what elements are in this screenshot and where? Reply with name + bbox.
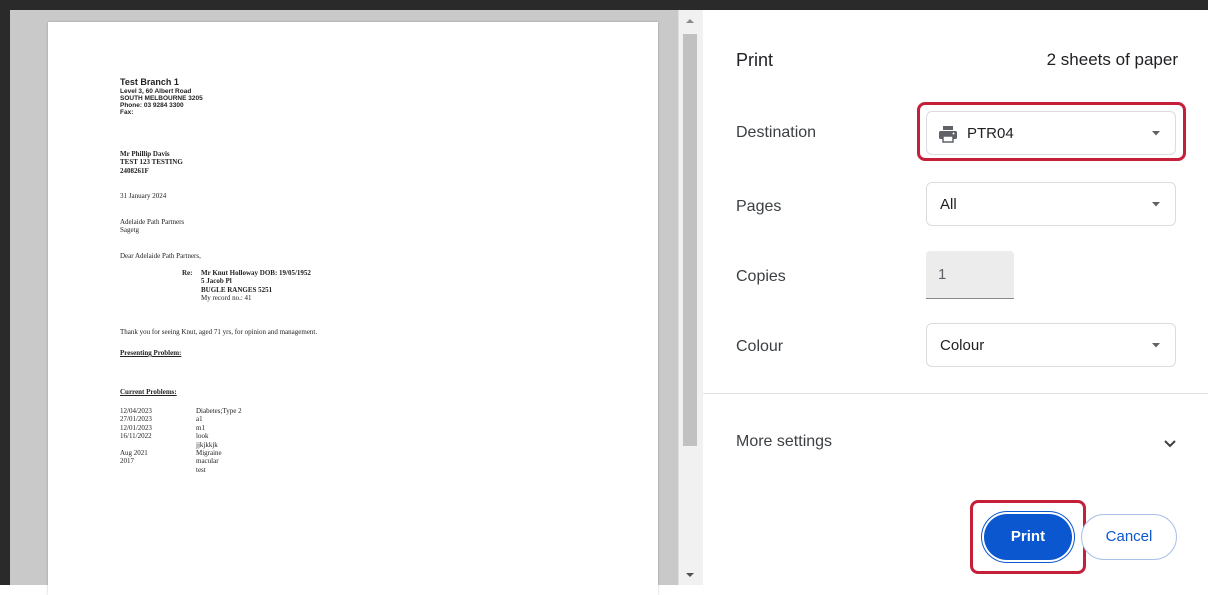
problem-date: 16/11/2022 (120, 432, 152, 441)
problem-date: Aug 2021 (120, 449, 148, 458)
scroll-down-arrow-icon[interactable] (683, 568, 697, 582)
section-divider (703, 393, 1208, 394)
patient-name: Mr Phillip Davis (120, 150, 170, 158)
letter-body: Thank you for seeing Knut, aged 71 yrs, … (120, 328, 318, 336)
recipient-org: Adelaide Path Partners (120, 218, 185, 226)
chevron-down-icon[interactable] (1162, 435, 1178, 451)
problem-date: 2017 (120, 457, 134, 466)
copies-label: Copies (736, 268, 786, 285)
re-record: My record no.: 41 (201, 294, 252, 303)
problem-date (120, 441, 152, 449)
problem-desc: test (196, 465, 206, 474)
print-settings-panel: Print 2 sheets of paper Destination PTR0… (703, 10, 1208, 585)
cancel-button[interactable]: Cancel (1081, 514, 1177, 560)
scroll-up-arrow-icon[interactable] (683, 14, 697, 28)
problem-desc: Migraine (196, 449, 222, 458)
dropdown-arrow-icon (1149, 338, 1163, 352)
sheet-count: 2 sheets of paper (1046, 50, 1178, 69)
pages-label: Pages (736, 198, 782, 215)
print-button[interactable]: Print (984, 514, 1072, 560)
fax-line: Fax: (120, 109, 134, 116)
address-line: Level 3, 60 Albert Road (120, 88, 192, 95)
re-address: BUGLE RANGES 5251 (201, 285, 273, 294)
re-name-dob: Mr Knut Holloway DOB: 19/05/1952 (201, 269, 311, 277)
re-label: Re: (182, 269, 193, 277)
recipient-line: Sagetg (120, 226, 140, 235)
window-top-edge (0, 0, 1208, 10)
copies-value: 1 (938, 266, 947, 283)
panel-title: Print (736, 50, 774, 70)
scrollbar-thumb[interactable] (683, 34, 697, 446)
destination-highlight (917, 102, 1186, 161)
letter-date: 31 January 2024 (120, 192, 167, 200)
salutation: Dear Adelaide Path Partners, (120, 252, 201, 260)
address-line: SOUTH MELBOURNE 3205 (120, 95, 203, 102)
patient-line: TEST 123 TESTING (120, 158, 183, 167)
print-preview-area: Test Branch 1 Level 3, 60 Albert Road SO… (10, 10, 678, 595)
colour-select[interactable]: Colour (926, 323, 1176, 367)
problems-descriptions: Diabetes;Type 2 a1 m1 look jjkjkkjk Migr… (196, 407, 242, 474)
patient-id: 2408261F (120, 166, 149, 175)
colour-label: Colour (736, 338, 784, 355)
colour-value: Colour (940, 337, 985, 354)
problem-desc: jjkjkkjk (196, 440, 218, 449)
copies-input[interactable]: 1 (926, 251, 1014, 299)
presenting-heading: Presenting Problem: (120, 349, 182, 357)
branch-name: Test Branch 1 (120, 77, 179, 87)
pages-select[interactable]: All (926, 182, 1176, 226)
branch-address: Level 3, 60 Albert Road SOUTH MELBOURNE … (120, 88, 203, 116)
preview-page: Test Branch 1 Level 3, 60 Albert Road SO… (48, 22, 658, 595)
more-settings-toggle[interactable]: More settings (736, 433, 832, 451)
current-heading: Current Problems: (120, 388, 177, 396)
problem-date: 12/01/2023 (120, 423, 152, 432)
problem-date: 27/01/2023 (120, 415, 152, 424)
re-block: Mr Knut Holloway DOB: 19/05/1952 5 Jacob… (201, 269, 311, 303)
problem-date: 12/04/2023 (120, 407, 152, 415)
problem-desc: m1 (196, 423, 205, 432)
recipient-block: Adelaide Path Partners Sagetg (120, 218, 184, 235)
re-address: 5 Jacob Pl (201, 277, 232, 286)
problem-desc: a1 (196, 415, 203, 424)
window-left-edge (0, 0, 10, 585)
phone-line: Phone: 03 9284 3300 (120, 102, 184, 109)
pages-value: All (940, 196, 957, 213)
dropdown-arrow-icon (1149, 197, 1163, 211)
problem-desc: Diabetes;Type 2 (196, 407, 242, 415)
problem-desc: look (196, 432, 209, 441)
problem-desc: macular (196, 457, 219, 466)
destination-label: Destination (736, 124, 817, 141)
patient-block: Mr Phillip Davis TEST 123 TESTING 240826… (120, 150, 183, 175)
problems-dates: 12/04/2023 27/01/2023 12/01/2023 16/11/2… (120, 407, 152, 466)
